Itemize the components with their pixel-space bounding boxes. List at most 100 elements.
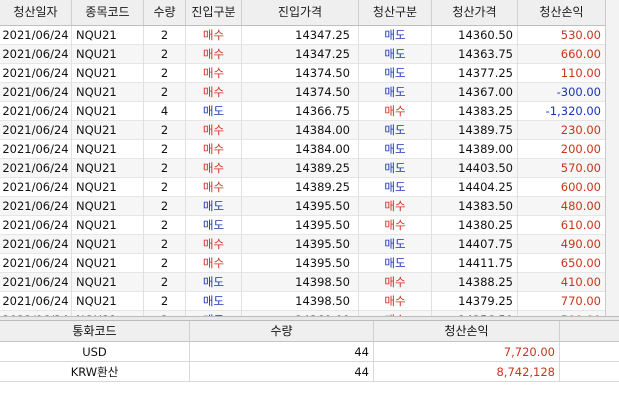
col-header-close-side[interactable]: 청산구분 bbox=[359, 0, 432, 25]
cell-qty: 2 bbox=[144, 159, 186, 178]
cell-entry-price: 14389.25 bbox=[242, 159, 359, 178]
table-row[interactable]: 2021/06/24 NQU21 2 매수 14389.25 매도 14403.50 570.… bbox=[0, 159, 605, 178]
cell-qty: 2 bbox=[144, 64, 186, 83]
cell-entry-side: 매수 bbox=[186, 178, 242, 197]
summary-col-qty[interactable]: 수량 bbox=[190, 321, 374, 342]
cell-pnl: 600.00 bbox=[560, 180, 601, 194]
cell-close-side: 매수 bbox=[359, 102, 432, 121]
cell-qty: 2 bbox=[144, 254, 186, 273]
col-header-entry-side[interactable]: 진입구분 bbox=[186, 0, 242, 25]
table-row[interactable]: 2021/06/24 NQU21 2 매수 14384.00 매도 14389.75 230.… bbox=[0, 121, 605, 140]
summary-cell-pnl: 7,720.00 bbox=[374, 342, 560, 362]
cell-entry-price: 14398.50 bbox=[242, 292, 359, 311]
cell-code: NQU21 bbox=[72, 26, 144, 45]
cell-code: NQU21 bbox=[72, 273, 144, 292]
cell-close-date: 2021/06/24 bbox=[0, 64, 72, 83]
cell-pnl: 570.00 bbox=[560, 161, 601, 175]
cell-code: NQU21 bbox=[72, 102, 144, 121]
cell-entry-price: 14395.50 bbox=[242, 254, 359, 273]
cell-close-price: 14379.25 bbox=[432, 292, 518, 311]
cell-pnl: 200.00 bbox=[560, 142, 601, 156]
cell-entry-price: 14384.00 bbox=[242, 121, 359, 140]
cell-qty: 2 bbox=[144, 235, 186, 254]
cell-pnl: 230.00 bbox=[560, 123, 601, 137]
cell-code: NQU21 bbox=[72, 83, 144, 102]
cell-code: NQU21 bbox=[72, 121, 144, 140]
cell-entry-side: 매도 bbox=[186, 102, 242, 121]
cell-close-side: 매도 bbox=[359, 64, 432, 83]
cell-code: NQU21 bbox=[72, 64, 144, 83]
summary-cell-empty bbox=[560, 362, 619, 382]
cell-entry-side: 매수 bbox=[186, 26, 242, 45]
table-row[interactable]: 2021/06/24 NQU21 2 매수 14395.50 매도 14411.75 650.… bbox=[0, 254, 605, 273]
cell-close-date: 2021/06/24 bbox=[0, 216, 72, 235]
cell-close-side: 매수 bbox=[359, 216, 432, 235]
cell-entry-price: 14398.50 bbox=[242, 273, 359, 292]
table-row[interactable]: 2021/06/24 NQU21 2 매수 14389.25 매도 14404.25 600.… bbox=[0, 178, 605, 197]
cell-code: NQU21 bbox=[72, 216, 144, 235]
cell-pnl: 410.00 bbox=[560, 275, 601, 289]
table-row[interactable]: 2021/06/24 NQU21 2 매도 14398.50 매수 14388.25 410.… bbox=[0, 273, 605, 292]
summary-cell-empty bbox=[560, 342, 619, 362]
cell-entry-side: 매수 bbox=[186, 83, 242, 102]
cell-qty: 2 bbox=[144, 121, 186, 140]
summary-col-currency[interactable]: 통화코드 bbox=[0, 321, 190, 342]
cell-pnl: 610.00 bbox=[560, 218, 601, 232]
cell-close-side: 매수 bbox=[359, 292, 432, 311]
summary-row[interactable]: USD 44 7,720.00 bbox=[0, 342, 619, 362]
cell-qty: 2 bbox=[144, 292, 186, 311]
cell-close-side: 매도 bbox=[359, 140, 432, 159]
cell-pnl: 530.00 bbox=[560, 28, 601, 42]
cell-entry-side: 매수 bbox=[186, 45, 242, 64]
cell-close-date: 2021/06/24 bbox=[0, 197, 72, 216]
cell-pnl: 660.00 bbox=[560, 47, 601, 61]
cell-close-date: 2021/06/24 bbox=[0, 178, 72, 197]
table-row[interactable]: 2021/06/24 NQU21 2 매수 14384.00 매도 14389.00 200.… bbox=[0, 140, 605, 159]
cell-entry-price: 14374.50 bbox=[242, 64, 359, 83]
cell-close-side: 매도 bbox=[359, 159, 432, 178]
col-header-close-price[interactable]: 청산가격 bbox=[432, 0, 518, 25]
table-row[interactable]: 2021/06/24 NQU21 2 매수 14347.25 매도 14363.75 660.… bbox=[0, 45, 605, 64]
cell-entry-side: 매수 bbox=[186, 121, 242, 140]
table-row[interactable]: 2021/06/24 NQU21 2 매도 14395.50 매수 14383.50 480.… bbox=[0, 197, 605, 216]
trade-grid-header: 청산일자 종목코드 수량 진입구분 진입가격 청산구분 청산가격 청산손익 bbox=[0, 0, 605, 26]
cell-close-side: 매수 bbox=[359, 197, 432, 216]
table-row[interactable]: 2021/06/24 NQU21 2 매수 14374.50 매도 14367.00 -300… bbox=[0, 83, 605, 102]
table-row[interactable]: 2021/06/24 NQU21 2 매수 14395.50 매도 14407.75 490.… bbox=[0, 235, 605, 254]
cell-entry-price: 14374.50 bbox=[242, 83, 359, 102]
summary-cell-currency: KRW환산 bbox=[0, 362, 190, 382]
table-row[interactable]: 2021/06/24 NQU21 4 매도 14366.75 매수 14383.25 -1,3… bbox=[0, 102, 605, 121]
cell-close-side: 매도 bbox=[359, 121, 432, 140]
cell-code: NQU21 bbox=[72, 197, 144, 216]
summary-grid-header: 통화코드 수량 청산손익 bbox=[0, 321, 619, 342]
col-header-qty[interactable]: 수량 bbox=[144, 0, 186, 25]
cell-close-price: 14389.75 bbox=[432, 121, 518, 140]
cell-close-date: 2021/06/24 bbox=[0, 254, 72, 273]
cell-close-price: 14388.25 bbox=[432, 273, 518, 292]
cell-entry-side: 매수 bbox=[186, 64, 242, 83]
summary-row[interactable]: KRW환산 44 8,742,128 bbox=[0, 362, 619, 382]
table-row[interactable]: 2021/06/24 NQU21 2 매도 14398.50 매수 14379.25 770.… bbox=[0, 292, 605, 311]
cell-close-side: 매도 bbox=[359, 254, 432, 273]
cell-entry-side: 매수 bbox=[186, 254, 242, 273]
col-header-code[interactable]: 종목코드 bbox=[72, 0, 144, 25]
cell-qty: 2 bbox=[144, 178, 186, 197]
summary-col-empty bbox=[560, 321, 619, 342]
col-header-close-date[interactable]: 청산일자 bbox=[0, 0, 72, 25]
table-row[interactable]: 2021/06/24 NQU21 2 매도 14395.50 매수 14380.25 610.… bbox=[0, 216, 605, 235]
cell-code: NQU21 bbox=[72, 45, 144, 64]
col-header-entry-price[interactable]: 진입가격 bbox=[242, 0, 359, 25]
summary-cell-pnl: 8,742,128 bbox=[374, 362, 560, 382]
summary-col-pnl[interactable]: 청산손익 bbox=[374, 321, 560, 342]
summary-cell-qty: 44 bbox=[190, 342, 374, 362]
col-header-pnl[interactable]: 청산손익 bbox=[518, 0, 605, 25]
cell-pnl: -300.00 bbox=[556, 85, 601, 99]
table-row[interactable]: 2021/06/24 NQU21 2 매수 14374.50 매도 14377.25 110.… bbox=[0, 64, 605, 83]
cell-close-date: 2021/06/24 bbox=[0, 235, 72, 254]
cell-pnl: 480.00 bbox=[560, 199, 601, 213]
cell-entry-price: 14384.00 bbox=[242, 140, 359, 159]
cell-entry-price: 14395.50 bbox=[242, 235, 359, 254]
table-row[interactable]: 2021/06/24 NQU21 2 매수 14347.25 매도 14360.50 530.… bbox=[0, 26, 605, 45]
trade-grid-scrollbar[interactable] bbox=[606, 0, 619, 316]
cell-entry-side: 매수 bbox=[186, 159, 242, 178]
